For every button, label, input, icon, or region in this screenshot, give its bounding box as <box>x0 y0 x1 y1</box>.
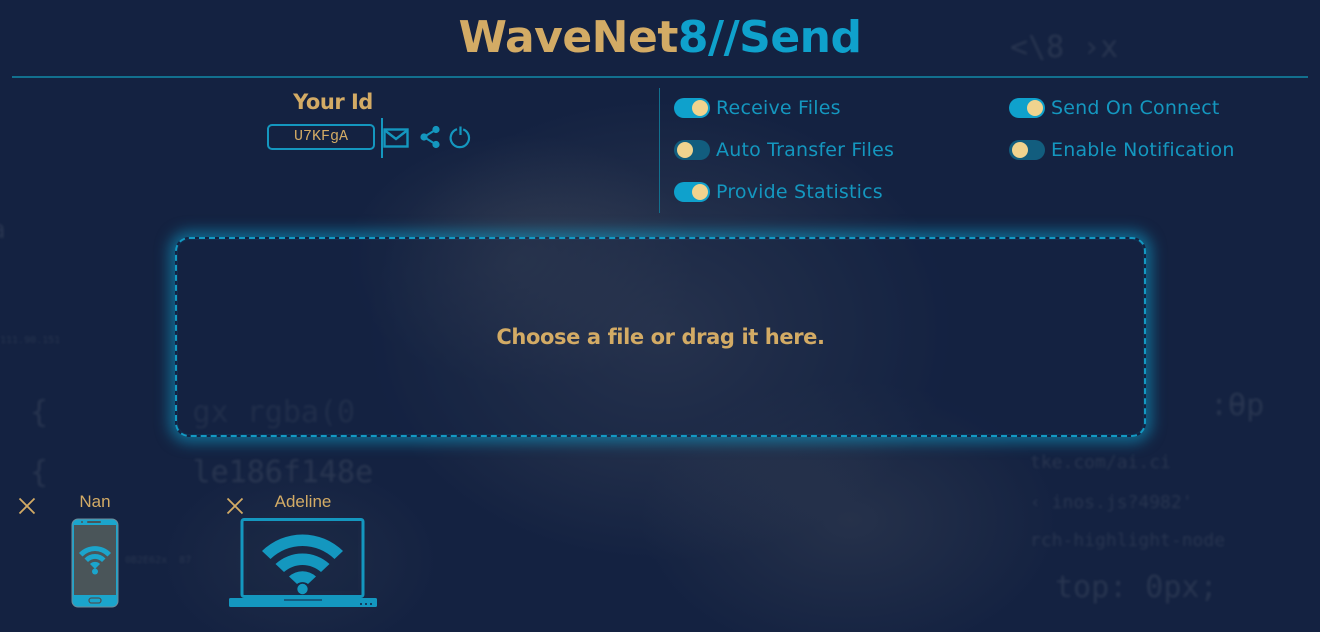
send-on-connect-label: Send On Connect <box>1051 97 1220 119</box>
enable-notification-toggle[interactable] <box>1009 140 1045 160</box>
settings-divider <box>659 88 660 213</box>
enable-notification-label: Enable Notification <box>1051 139 1235 161</box>
drop-zone-text: Choose a file or drag it here. <box>496 325 825 349</box>
share-id-button[interactable] <box>419 125 441 149</box>
send-on-connect-toggle[interactable] <box>1009 98 1045 118</box>
laptop-wifi-icon <box>228 518 378 612</box>
background-code-text: 111.90.151 <box>0 335 61 346</box>
background-code-text: a <box>0 215 6 245</box>
refresh-icon <box>448 125 472 151</box>
toggle-knob <box>1027 100 1043 116</box>
setting-receive-files: Receive Files <box>674 96 841 120</box>
provide-statistics-toggle[interactable] <box>674 182 710 202</box>
app-title-mode: 8//Send <box>677 12 862 63</box>
toggle-knob <box>692 100 708 116</box>
receive-files-toggle[interactable] <box>674 98 710 118</box>
setting-enable-notification: Enable Notification <box>1009 138 1235 162</box>
background-code-text: top: 0px; <box>1055 570 1218 605</box>
close-icon <box>226 497 244 519</box>
background-code-text: :Ѳp <box>1210 388 1265 423</box>
your-id-value[interactable]: U7KFgA <box>267 124 375 150</box>
device-name-adeline: Adeline <box>274 492 332 511</box>
app-title-brand: WaveNet <box>458 12 679 63</box>
background-code-text: ‹ inos.js?4982' <box>1030 492 1193 513</box>
device-name-nan: Nan <box>79 492 111 511</box>
background-code-text: tke.com/ai.ci <box>1030 452 1171 473</box>
remove-device-nan-button[interactable] <box>18 497 36 519</box>
device-adeline[interactable] <box>228 518 378 612</box>
phone-wifi-icon <box>71 518 119 612</box>
file-drop-zone[interactable]: Choose a file or drag it here. <box>175 237 1146 437</box>
setting-provide-statistics: Provide Statistics <box>674 180 883 204</box>
toggle-knob <box>677 142 693 158</box>
mail-icon <box>383 127 409 149</box>
setting-send-on-connect: Send On Connect <box>1009 96 1220 120</box>
refresh-id-button[interactable] <box>448 125 472 151</box>
header-divider <box>12 76 1308 78</box>
receive-files-label: Receive Files <box>716 97 841 119</box>
share-icon <box>419 125 441 149</box>
background-code-text: rch-highlight-node <box>1030 530 1226 551</box>
background-code-text: { le186f148e <box>30 455 374 490</box>
toggle-knob <box>692 184 708 200</box>
auto-transfer-files-toggle[interactable] <box>674 140 710 160</box>
close-icon <box>18 497 36 519</box>
device-nan[interactable] <box>71 518 119 612</box>
remove-device-adeline-button[interactable] <box>226 497 244 519</box>
provide-statistics-label: Provide Statistics <box>716 181 883 203</box>
app-title: WaveNet8//Send <box>0 12 1320 64</box>
email-id-button[interactable] <box>383 127 409 149</box>
toggle-knob <box>1012 142 1028 158</box>
background-code-text: 0B2E62x 87 <box>125 555 192 566</box>
auto-transfer-files-label: Auto Transfer Files <box>716 139 895 161</box>
your-id-label: Your Id <box>293 90 373 114</box>
setting-auto-transfer-files: Auto Transfer Files <box>674 138 894 162</box>
